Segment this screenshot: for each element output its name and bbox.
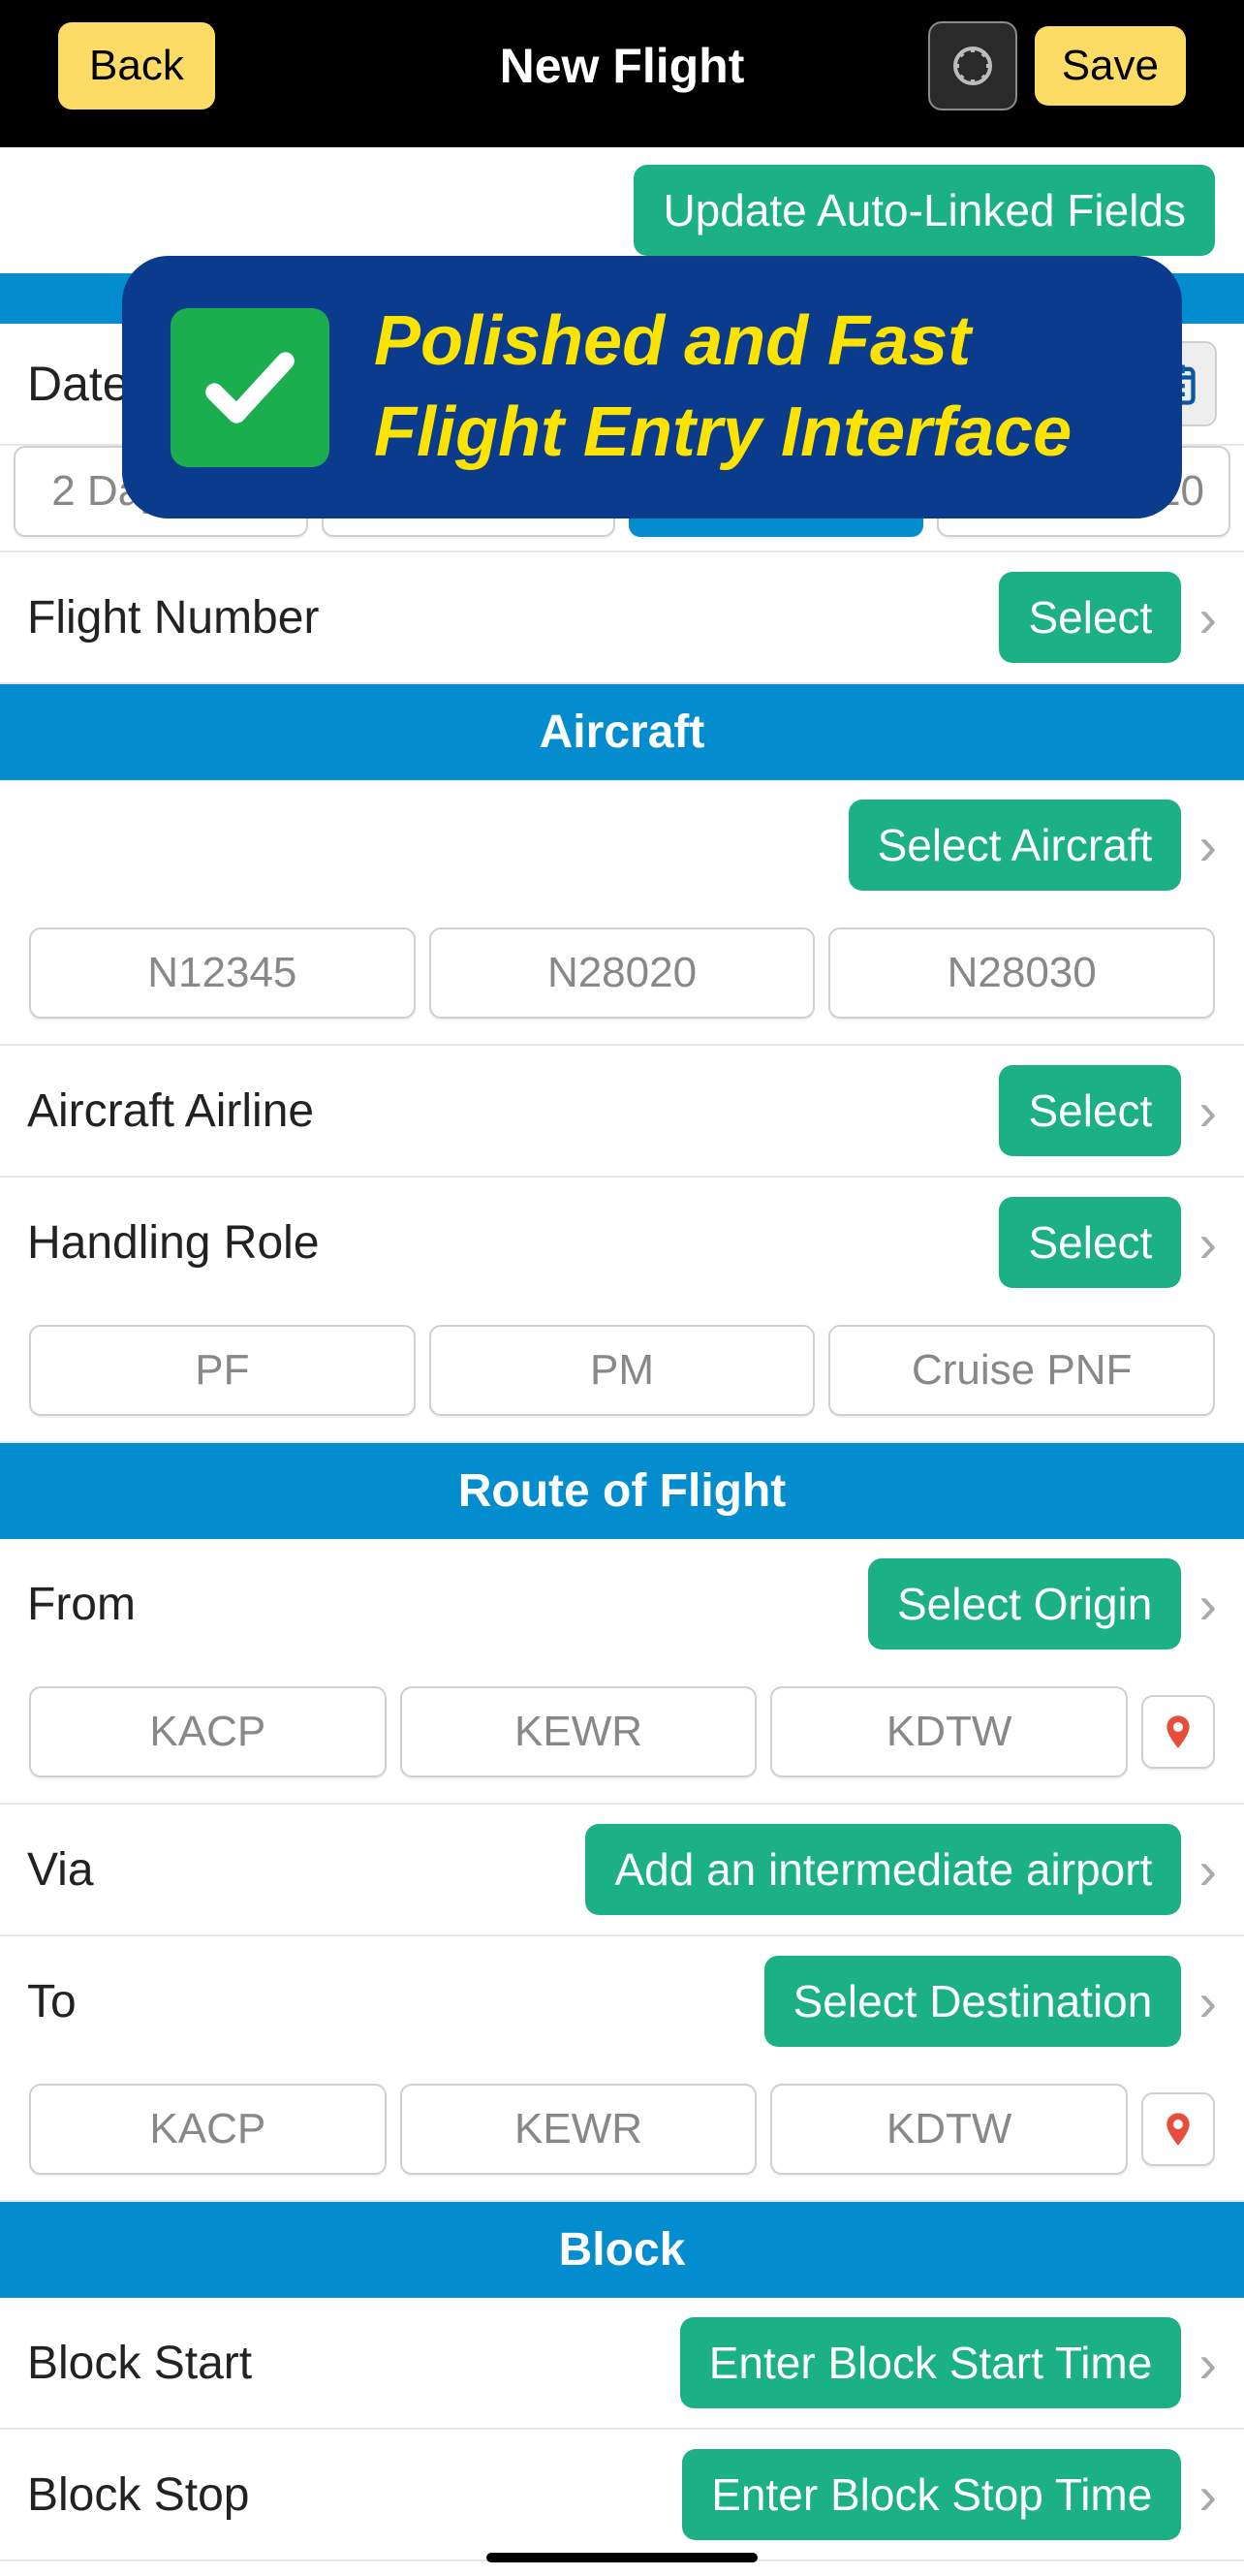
from-chips: KACP KEWR KDTW <box>0 1669 1244 1805</box>
via-row[interactable]: Via Add an intermediate airport › <box>0 1805 1244 1936</box>
from-chip-0[interactable]: KACP <box>29 1686 387 1777</box>
from-chip-1[interactable]: KEWR <box>400 1686 758 1777</box>
from-label: From <box>27 1578 136 1631</box>
promo-banner: Polished and Fast Flight Entry Interface <box>122 256 1182 518</box>
route-section-header: Route of Flight <box>0 1443 1244 1539</box>
chevron-right-icon: › <box>1198 1970 1217 2033</box>
block-start-row[interactable]: Block Start Enter Block Start Time › <box>0 2298 1244 2430</box>
banner-line2: Flight Entry Interface <box>374 388 1072 479</box>
aircraft-section-header: Aircraft <box>0 684 1244 780</box>
save-button[interactable]: Save <box>1035 26 1186 106</box>
aircraft-chip-1[interactable]: N28020 <box>429 927 816 1019</box>
chevron-right-icon: › <box>1198 1080 1217 1143</box>
handling-role-label: Handling Role <box>27 1216 320 1270</box>
block-start-label: Block Start <box>27 2337 252 2390</box>
to-row[interactable]: To Select Destination › <box>0 1936 1244 2066</box>
to-label: To <box>27 1975 77 2028</box>
flight-number-row[interactable]: Flight Number Select › <box>0 552 1244 684</box>
block-stop-label: Block Stop <box>27 2468 249 2522</box>
header-actions: Save <box>928 21 1186 110</box>
aircraft-chips: N12345 N28020 N28030 <box>0 910 1244 1046</box>
role-chip-cruise[interactable]: Cruise PNF <box>828 1325 1215 1416</box>
select-aircraft-button[interactable]: Select Aircraft <box>849 800 1182 891</box>
role-chip-pm[interactable]: PM <box>429 1325 816 1416</box>
from-row[interactable]: From Select Origin › <box>0 1539 1244 1669</box>
home-indicator <box>486 2553 758 2562</box>
to-chips: KACP KEWR KDTW <box>0 2066 1244 2202</box>
select-destination-button[interactable]: Select Destination <box>764 1956 1182 2047</box>
handling-role-chips: PF PM Cruise PNF <box>0 1307 1244 1443</box>
to-chip-1[interactable]: KEWR <box>400 2084 758 2175</box>
aircraft-chip-0[interactable]: N12345 <box>29 927 416 1019</box>
chevron-right-icon: › <box>1198 1573 1217 1636</box>
theme-toggle-button[interactable] <box>928 21 1017 110</box>
aircraft-airline-select[interactable]: Select <box>999 1065 1181 1156</box>
handling-role-row[interactable]: Handling Role Select › <box>0 1178 1244 1307</box>
banner-line1: Polished and Fast <box>374 297 1072 388</box>
banner-text: Polished and Fast Flight Entry Interface <box>374 297 1072 478</box>
aircraft-airline-row[interactable]: Aircraft Airline Select › <box>0 1046 1244 1178</box>
from-chip-2[interactable]: KDTW <box>770 1686 1128 1777</box>
map-pin-icon <box>1159 1712 1197 1751</box>
flight-number-select[interactable]: Select <box>999 572 1181 663</box>
page-title: New Flight <box>500 38 745 94</box>
aircraft-chip-2[interactable]: N28030 <box>828 927 1215 1019</box>
app-header: Back New Flight Save <box>0 0 1244 147</box>
add-intermediate-button[interactable]: Add an intermediate airport <box>585 1824 1181 1915</box>
select-aircraft-row[interactable]: Select Aircraft › <box>0 780 1244 910</box>
block-section-header: Block <box>0 2202 1244 2298</box>
block-start-button[interactable]: Enter Block Start Time <box>680 2317 1182 2408</box>
to-chip-0[interactable]: KACP <box>29 2084 387 2175</box>
from-location-button[interactable] <box>1141 1695 1215 1769</box>
chevron-right-icon: › <box>1198 1838 1217 1901</box>
date-label: Date <box>27 356 130 412</box>
chevron-right-icon: › <box>1198 2332 1217 2395</box>
to-location-button[interactable] <box>1141 2092 1215 2166</box>
map-pin-icon <box>1159 2110 1197 2149</box>
update-autolinked-button[interactable]: Update Auto-Linked Fields <box>634 165 1215 256</box>
check-icon <box>197 334 303 441</box>
block-stop-button[interactable]: Enter Block Stop Time <box>682 2449 1181 2540</box>
block-stop-row[interactable]: Block Stop Enter Block Stop Time › <box>0 2430 1244 2561</box>
select-origin-button[interactable]: Select Origin <box>868 1558 1181 1649</box>
aircraft-airline-label: Aircraft Airline <box>27 1084 314 1138</box>
via-label: Via <box>27 1843 94 1897</box>
role-chip-pf[interactable]: PF <box>29 1325 416 1416</box>
top-action-row: Update Auto-Linked Fields <box>0 147 1244 273</box>
back-button[interactable]: Back <box>58 22 215 110</box>
chevron-right-icon: › <box>1198 2464 1217 2527</box>
chevron-right-icon: › <box>1198 814 1217 877</box>
banner-check-badge <box>171 308 329 467</box>
handling-role-select[interactable]: Select <box>999 1197 1181 1288</box>
flight-number-label: Flight Number <box>27 591 319 644</box>
chevron-right-icon: › <box>1198 586 1217 649</box>
chevron-right-icon: › <box>1198 1211 1217 1274</box>
compass-icon <box>949 43 996 89</box>
to-chip-2[interactable]: KDTW <box>770 2084 1128 2175</box>
